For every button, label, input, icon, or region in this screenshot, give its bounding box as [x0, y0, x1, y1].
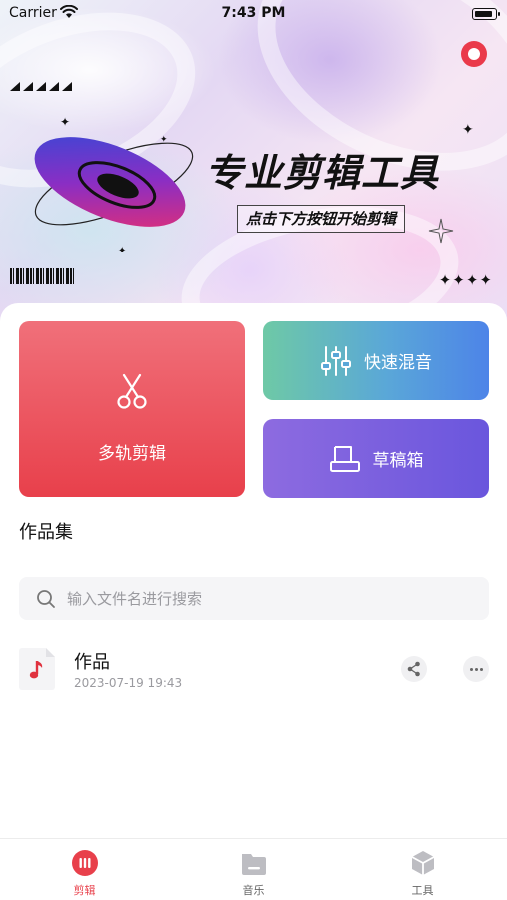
tab-edit-label: 剪辑 [73, 884, 96, 897]
status-time: 7:43 PM [221, 5, 286, 21]
search-icon [37, 590, 55, 608]
arrow-decoration [10, 82, 72, 91]
sparkle-icon: ✦ [462, 122, 474, 138]
folder-icon [242, 854, 266, 875]
edit-icon [72, 850, 98, 876]
work-name: 作品 [74, 652, 110, 673]
diamond-decoration: ✦✦✦✦ [438, 271, 493, 289]
work-list-item[interactable]: 作品 2023-07-19 19:43 [0, 633, 507, 703]
vinyl-record-graphic: ✦ ✦ ✦ [34, 115, 194, 252]
tab-tools-label: 工具 [411, 884, 434, 897]
more-dot-icon [469, 668, 473, 671]
scissors-icon [117, 373, 147, 409]
battery-icon [472, 8, 500, 20]
main-content: 多轨剪辑 快速混音 草稿箱 作品集 输入文件名进行搜索 作品 2023-07-1… [0, 303, 507, 843]
cube-icon [411, 851, 435, 875]
hero-subtitle: 点击下方按钮开始剪辑 [237, 205, 406, 233]
quick-mix-label: 快速混音 [364, 353, 432, 373]
drafts-button[interactable]: 草稿箱 [263, 419, 489, 498]
works-section-title: 作品集 [19, 522, 73, 543]
tab-music-label: 音乐 [242, 884, 265, 897]
hero-title: 专业剪辑工具 [205, 151, 440, 195]
drafts-box-icon [329, 445, 360, 472]
music-note-icon [29, 661, 43, 679]
search-box [19, 577, 489, 620]
share-button[interactable] [401, 656, 427, 682]
svg-text:✦: ✦ [118, 246, 126, 252]
more-dot-icon [479, 668, 483, 671]
barcode-graphic [10, 268, 74, 284]
more-options-button[interactable] [463, 656, 489, 682]
status-bar: Carrier 7:43 PM [0, 0, 507, 28]
svg-text:✦: ✦ [160, 135, 168, 145]
mixer-sliders-icon [321, 345, 351, 376]
sparkle-icon [428, 218, 454, 244]
more-dot-icon [474, 668, 478, 671]
share-icon [407, 661, 420, 677]
drafts-label: 草稿箱 [372, 451, 424, 471]
svg-text:✦: ✦ [60, 115, 70, 129]
hero-banner: Carrier 7:43 PM ✦ ✦ ✦ 专业剪辑工具 点击下方按钮开始剪辑 [0, 0, 507, 330]
work-date: 2023-07-19 19:43 [74, 676, 183, 690]
tab-music[interactable]: 音乐 [169, 839, 338, 900]
tab-edit[interactable]: 剪辑 [0, 839, 169, 900]
quick-mix-button[interactable]: 快速混音 [263, 321, 489, 400]
multitrack-edit-button[interactable]: 多轨剪辑 [19, 321, 245, 497]
file-thumbnail [19, 648, 55, 690]
record-button[interactable] [461, 41, 487, 67]
multitrack-edit-label: 多轨剪辑 [98, 444, 166, 464]
tab-bar: 剪辑 音乐 工具 [0, 838, 507, 900]
search-input[interactable] [67, 577, 467, 620]
tab-tools[interactable]: 工具 [338, 839, 507, 900]
